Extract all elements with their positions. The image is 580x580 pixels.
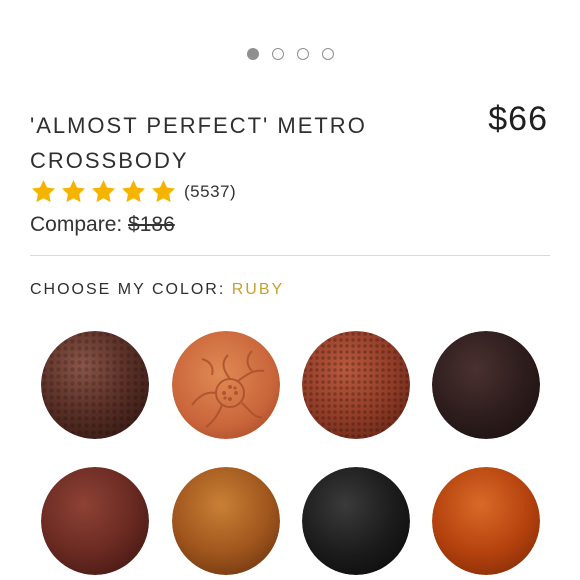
pager-dot-2[interactable]: [271, 48, 284, 60]
compare-price: $186: [128, 213, 175, 236]
swatch-ruby[interactable]: [41, 467, 149, 575]
swatch-burnt-orange[interactable]: [432, 467, 540, 575]
product-price: $66: [488, 100, 548, 138]
swatch-cognac[interactable]: [172, 467, 280, 575]
compare-price-row: Compare: $186: [30, 213, 175, 237]
star-icon: [32, 180, 55, 203]
color-picker-heading: CHOOSE MY COLOR: RUBY: [30, 281, 284, 299]
star-icon: [152, 180, 175, 203]
star-icon: [62, 180, 85, 203]
pager-dot-3[interactable]: [296, 48, 309, 60]
swatch-black[interactable]: [302, 467, 410, 575]
product-page: 'ALMOST PERFECT' METRO CROSSBODY $66 (55…: [0, 0, 580, 580]
divider: [30, 255, 550, 256]
swatch-pebbled-dark-brown[interactable]: [41, 331, 149, 439]
product-rating[interactable]: (5537): [30, 178, 236, 205]
image-pager: [0, 48, 580, 60]
color-heading-label: CHOOSE MY COLOR:: [30, 281, 226, 298]
pager-dot-1[interactable]: [246, 48, 259, 60]
swatch-floral-embossed-tan[interactable]: [172, 331, 280, 439]
compare-label: Compare:: [30, 213, 123, 236]
swatch-pebbled-ruby[interactable]: [302, 331, 410, 439]
star-icon: [92, 180, 115, 203]
pager-dot-4[interactable]: [321, 48, 334, 60]
product-title: 'ALMOST PERFECT' METRO CROSSBODY: [30, 113, 367, 173]
review-count[interactable]: (5537): [184, 182, 236, 202]
swatch-dark-chocolate[interactable]: [432, 331, 540, 439]
star-icon: [122, 180, 145, 203]
selected-color-name: RUBY: [231, 281, 285, 298]
